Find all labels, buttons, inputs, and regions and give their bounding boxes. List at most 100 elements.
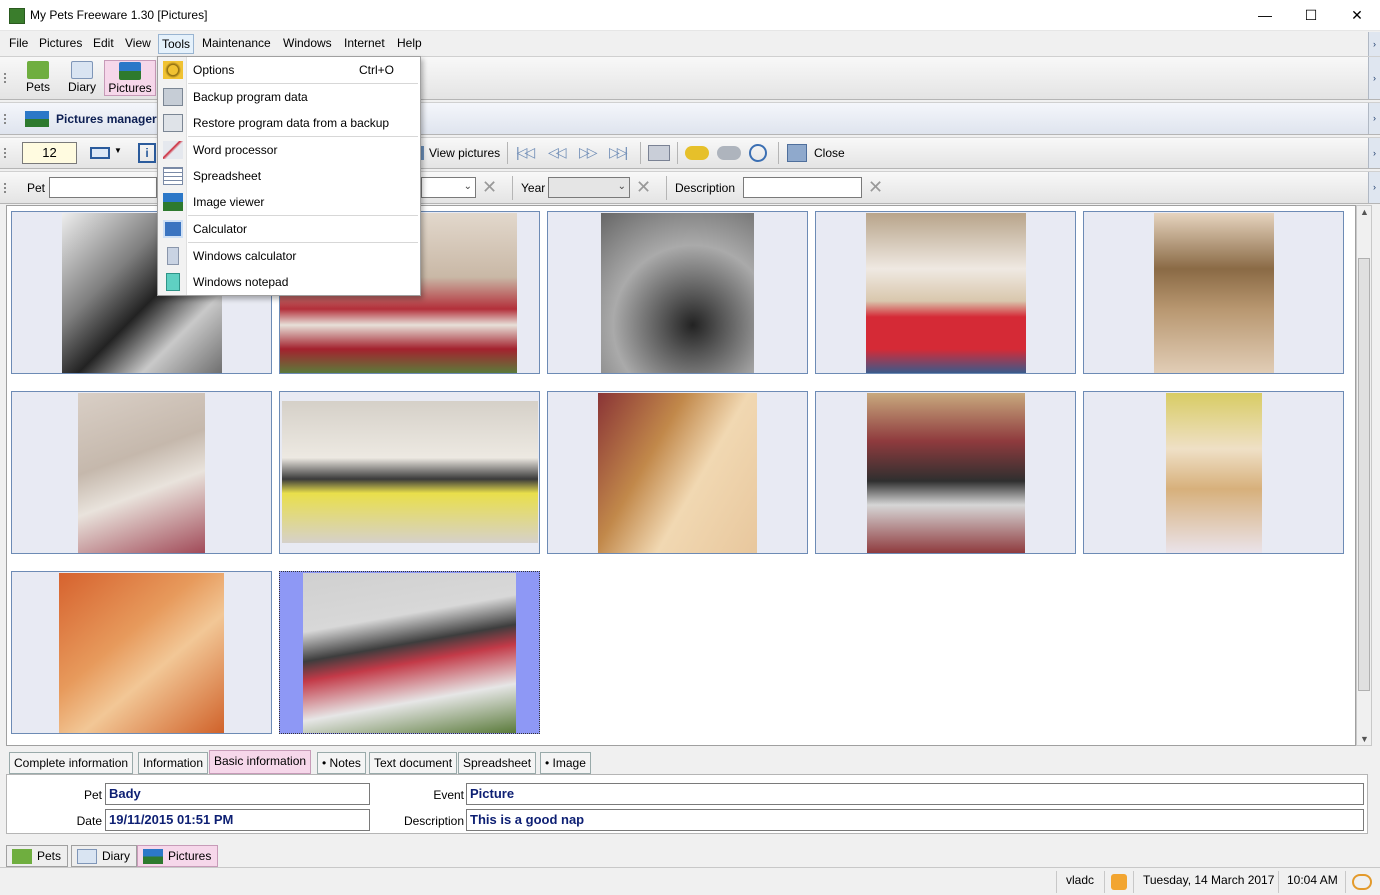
menu-item-backup[interactable]: Backup program data	[158, 84, 420, 110]
toolbar-grip[interactable]	[4, 183, 8, 193]
pet-photo	[282, 401, 538, 543]
bottom-tab-pets-label: Pets	[37, 849, 62, 863]
status-divider	[1104, 871, 1105, 893]
view-mode-dropdown[interactable]: ▼	[89, 144, 123, 162]
last-icon[interactable]: ▷▷|	[609, 144, 628, 161]
minimize-button[interactable]: —	[1242, 0, 1288, 31]
tray-icon[interactable]	[1352, 874, 1372, 890]
menu-item-windows-calculator[interactable]: Windows calculator	[158, 243, 420, 269]
scrollbar-thumb[interactable]	[1358, 258, 1370, 691]
picture-tile[interactable]	[279, 391, 540, 554]
pet-filter-dropdown[interactable]: ⌄	[421, 177, 476, 198]
menu-internet[interactable]: Internet	[344, 36, 385, 50]
picture-tile[interactable]	[1083, 211, 1344, 374]
toolbar-grip[interactable]	[4, 148, 8, 158]
count-field[interactable]: 12	[22, 142, 77, 164]
pictures-icon	[143, 849, 163, 864]
pictures-button[interactable]: Pictures	[104, 60, 156, 96]
description-filter-input[interactable]	[743, 177, 862, 198]
pets-icon	[27, 61, 49, 79]
bottom-tab-diary[interactable]: Diary	[71, 845, 138, 867]
status-divider	[1133, 871, 1134, 893]
find-icon[interactable]	[685, 146, 709, 160]
panel-grip[interactable]	[4, 114, 8, 124]
menu-bar: File Pictures Edit View Tools Maintenanc…	[0, 32, 1380, 56]
pet-photo	[866, 213, 1026, 373]
pet-filter-input[interactable]	[49, 177, 157, 198]
next-icon[interactable]: ▷▷	[579, 144, 597, 161]
picture-tile[interactable]	[11, 391, 272, 554]
menu-overflow-chevron[interactable]: ›	[1368, 32, 1380, 56]
pets-button[interactable]: Pets	[14, 60, 62, 96]
print-icon[interactable]	[648, 145, 670, 161]
menu-view[interactable]: View	[125, 36, 151, 50]
tab-text-document[interactable]: Text document	[369, 752, 458, 774]
menu-tools[interactable]: Tools	[158, 34, 195, 54]
picture-tile[interactable]	[815, 391, 1076, 554]
spreadsheet-icon	[163, 167, 183, 185]
status-divider	[1278, 871, 1279, 893]
tab-notes[interactable]: • Notes	[317, 752, 366, 774]
pets-icon	[12, 849, 32, 864]
panel-chevron[interactable]: ›	[1368, 103, 1380, 134]
close-panel-button[interactable]: Close	[814, 146, 845, 160]
menu-item-calculator[interactable]: Calculator	[158, 216, 420, 242]
first-icon[interactable]: |◁◁	[516, 144, 535, 161]
tab-image[interactable]: • Image	[540, 752, 591, 774]
pet-photo	[303, 573, 516, 733]
tab-information[interactable]: Information	[138, 752, 209, 774]
menu-item-windows-notepad[interactable]: Windows notepad	[158, 269, 420, 295]
menu-item-word-processor[interactable]: Word processor	[158, 137, 420, 163]
toolbar-grip[interactable]	[4, 73, 8, 83]
menu-maintenance[interactable]: Maintenance	[202, 36, 271, 50]
description-value: This is a good nap	[466, 809, 1364, 831]
bottom-tab-pets[interactable]: Pets	[6, 845, 69, 867]
info-icon[interactable]: i	[138, 143, 156, 163]
menu-edit[interactable]: Edit	[93, 36, 114, 50]
menu-item-label: Calculator	[193, 222, 248, 236]
clear-description-filter-icon[interactable]: ✕	[868, 178, 883, 196]
backup-icon	[163, 88, 183, 106]
filter-chevron[interactable]: ›	[1368, 172, 1380, 203]
menu-item-restore[interactable]: Restore program data from a backup	[158, 110, 420, 136]
find-next-icon[interactable]	[717, 146, 741, 160]
tab-spreadsheet[interactable]: Spreadsheet	[458, 752, 537, 774]
menu-pictures[interactable]: Pictures	[39, 36, 82, 50]
picture-tile[interactable]	[1083, 391, 1344, 554]
tab-complete-information[interactable]: Complete information	[9, 752, 134, 774]
bottom-tab-pictures[interactable]: Pictures	[137, 845, 219, 867]
toolbar-chevron[interactable]: ›	[1368, 138, 1380, 168]
toolbar-divider	[666, 176, 667, 200]
diary-button[interactable]: Diary	[58, 60, 106, 96]
menu-help[interactable]: Help	[397, 36, 422, 50]
picture-tile[interactable]	[815, 211, 1076, 374]
menu-windows[interactable]: Windows	[283, 36, 332, 50]
picture-tile[interactable]	[11, 571, 272, 734]
pet-photo	[1154, 213, 1274, 373]
menu-item-spreadsheet[interactable]: Spreadsheet	[158, 163, 420, 189]
chevron-down-icon: ⌄	[463, 181, 472, 192]
clear-pet-filter-icon[interactable]: ✕	[482, 178, 497, 196]
view-pictures-button[interactable]: View pictures	[429, 146, 500, 160]
picture-tile[interactable]	[547, 391, 808, 554]
scroll-down-icon[interactable]: ▼	[1360, 734, 1369, 744]
tab-basic-information[interactable]: Basic information	[209, 750, 312, 774]
maximize-button[interactable]: ☐	[1288, 0, 1334, 31]
picture-tile[interactable]	[547, 211, 808, 374]
lock-icon[interactable]	[1111, 874, 1127, 890]
toolbar-divider	[677, 142, 678, 164]
menu-item-options[interactable]: Options Ctrl+O	[158, 57, 420, 83]
nav-toolbar-chevron[interactable]: ›	[1368, 57, 1380, 99]
year-filter-dropdown[interactable]: ⌄	[548, 177, 630, 198]
description-label: Description	[403, 814, 464, 828]
scroll-up-icon[interactable]: ▲	[1360, 207, 1369, 217]
menu-item-label: Backup program data	[193, 90, 308, 104]
zoom-icon[interactable]	[749, 144, 767, 162]
clear-year-filter-icon[interactable]: ✕	[636, 178, 651, 196]
picture-tile-selected[interactable]	[279, 571, 540, 734]
close-window-button[interactable]: ✕	[1334, 0, 1380, 31]
menu-file[interactable]: File	[9, 36, 28, 50]
previous-icon[interactable]: ◁◁	[548, 144, 566, 161]
menu-item-image-viewer[interactable]: Image viewer	[158, 189, 420, 215]
chevron-down-icon: ⌄	[617, 181, 626, 192]
